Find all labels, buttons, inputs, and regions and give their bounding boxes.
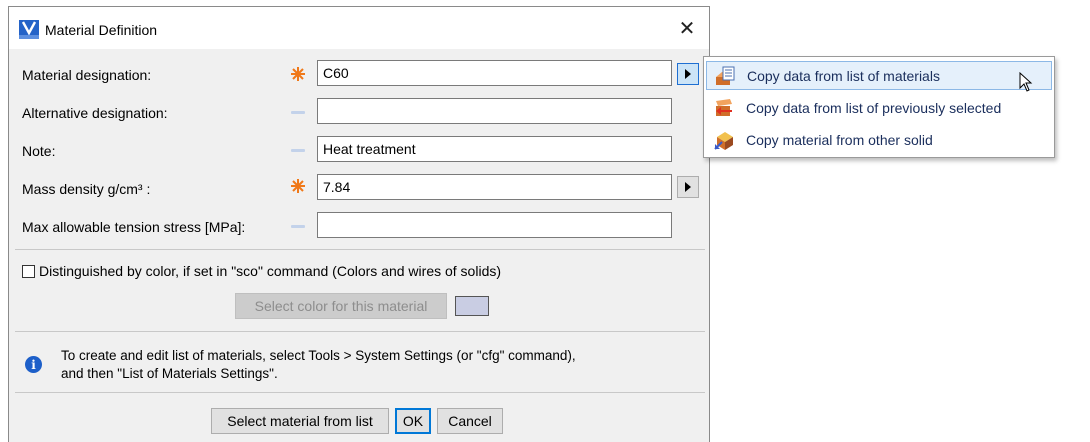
optional-dash-icon xyxy=(291,225,305,228)
info-line-2: and then "List of Materials Settings". xyxy=(61,366,278,381)
separator xyxy=(15,249,705,250)
info-icon: i xyxy=(25,356,42,373)
mass-density-input[interactable]: 7.84 xyxy=(317,174,672,200)
info-message: To create and edit list of materials, se… xyxy=(61,347,701,383)
separator xyxy=(15,392,705,393)
window-title: Material Definition xyxy=(45,22,158,38)
required-asterisk-icon xyxy=(291,67,305,81)
cancel-button[interactable]: Cancel xyxy=(437,408,503,434)
close-button[interactable]: ✕ xyxy=(665,7,709,49)
solid-copy-icon xyxy=(714,131,733,150)
menu-item-copy-from-list[interactable]: Copy data from list of materials xyxy=(706,61,1052,90)
menu-item-label: Copy data from list of materials xyxy=(747,67,940,84)
close-icon: ✕ xyxy=(678,17,696,40)
menu-item-label: Copy material from other solid xyxy=(746,131,933,148)
material-designation-menu-button[interactable] xyxy=(677,63,699,85)
note-input[interactable]: Heat treatment xyxy=(317,136,672,162)
material-definition-dialog: Material Definition ✕ Material designati… xyxy=(8,6,710,442)
menu-item-copy-from-solid[interactable]: Copy material from other solid xyxy=(706,125,1052,154)
material-list-icon xyxy=(716,66,735,85)
triangle-right-icon xyxy=(685,182,691,192)
mass-density-label: Mass density g/cm³ : xyxy=(22,181,151,197)
mass-density-menu-button[interactable] xyxy=(677,176,699,198)
copy-data-popup-menu: Copy data from list of materials Copy da… xyxy=(703,56,1055,158)
menu-item-copy-from-previous[interactable]: Copy data from list of previously select… xyxy=(706,93,1052,122)
note-label: Note: xyxy=(22,143,56,159)
triangle-right-icon xyxy=(685,69,691,79)
separator xyxy=(15,331,705,332)
color-checkbox-label[interactable]: Distinguished by color, if set in "sco" … xyxy=(39,263,501,279)
material-designation-label: Material designation: xyxy=(22,67,152,83)
select-material-from-list-button[interactable]: Select material from list xyxy=(211,408,389,434)
info-line-1: To create and edit list of materials, se… xyxy=(61,348,576,363)
title-bar[interactable]: Material Definition ✕ xyxy=(9,7,709,49)
menu-item-label: Copy data from list of previously select… xyxy=(746,99,1002,116)
color-checkbox[interactable] xyxy=(22,265,35,278)
alternative-designation-label: Alternative designation: xyxy=(22,105,168,121)
required-asterisk-icon xyxy=(291,179,305,193)
app-v-icon xyxy=(19,20,39,39)
material-designation-input[interactable]: C60 xyxy=(317,60,672,86)
optional-dash-icon xyxy=(291,111,305,114)
alternative-designation-input[interactable] xyxy=(317,98,672,124)
select-color-button[interactable]: Select color for this material xyxy=(235,293,447,319)
max-tension-label: Max allowable tension stress [MPa]: xyxy=(22,219,246,235)
max-tension-input[interactable] xyxy=(317,212,672,238)
previous-selection-icon xyxy=(716,98,732,116)
color-swatch[interactable] xyxy=(455,296,489,316)
mouse-cursor-icon xyxy=(1019,72,1033,92)
ok-button[interactable]: OK xyxy=(395,408,431,434)
optional-dash-icon xyxy=(291,149,305,152)
